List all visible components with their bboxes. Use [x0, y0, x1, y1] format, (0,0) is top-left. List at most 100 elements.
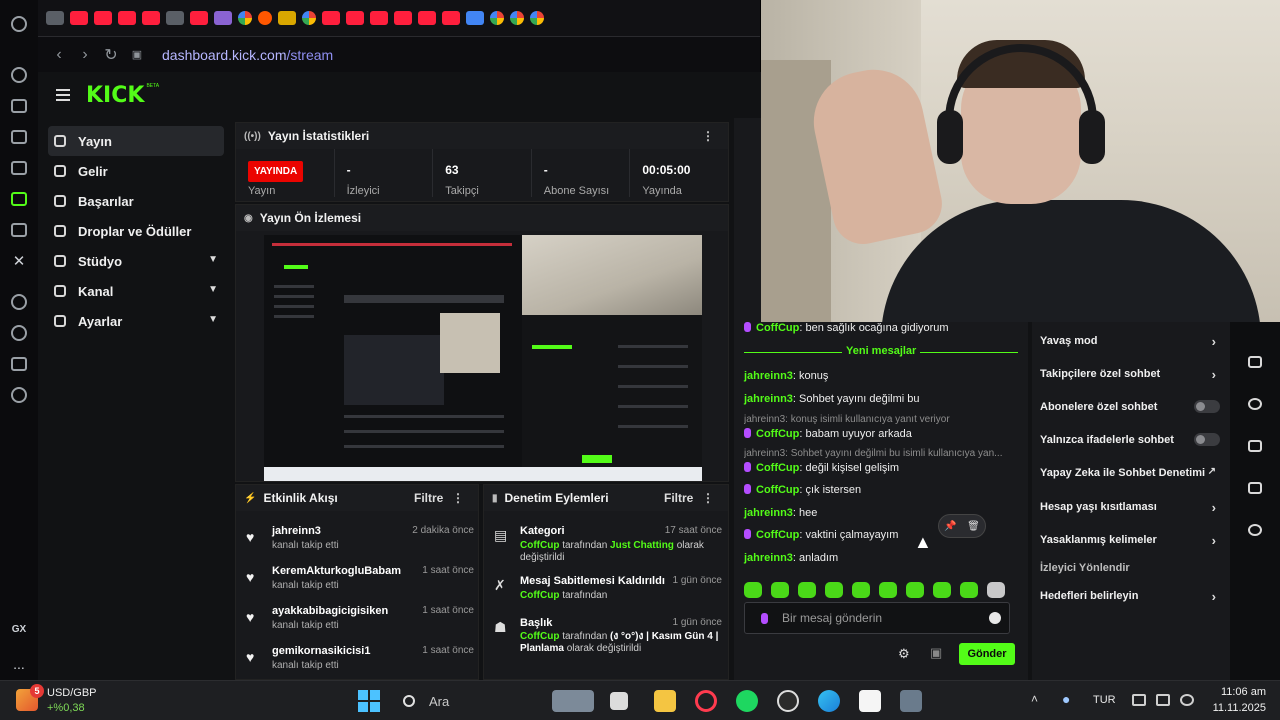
emote-icon[interactable] [771, 582, 789, 598]
emoji-icon[interactable] [989, 612, 1001, 624]
subscribers-only-toggle[interactable] [1194, 400, 1220, 413]
calculator-icon[interactable] [900, 690, 922, 712]
forward-icon[interactable]: › [72, 46, 98, 64]
sidenav-item-drops[interactable]: Droplar ve Ödüller [48, 216, 224, 246]
language-indicator[interactable]: TUR [1093, 694, 1116, 706]
chat-input[interactable] [782, 611, 972, 625]
notion-icon[interactable] [859, 690, 881, 712]
reload-icon[interactable]: ↻ [98, 45, 124, 65]
setting-account-age[interactable]: Hesap yaşı kısıtlaması › [1040, 500, 1222, 521]
kebab-menu-icon[interactable]: ⋮ [452, 491, 464, 505]
opera-logo-icon[interactable] [0, 8, 38, 39]
edge-icon[interactable] [818, 690, 840, 712]
kick-logo[interactable]: KICK BETA [70, 83, 159, 108]
chat-bubble-icon[interactable] [1248, 356, 1262, 368]
gmail-icon[interactable] [0, 152, 38, 183]
tab-youtube-icon[interactable] [442, 11, 460, 25]
file-explorer-icon[interactable] [654, 690, 676, 712]
activity-user[interactable]: jahreinn3 [272, 525, 321, 537]
obs-icon[interactable] [777, 690, 799, 712]
x-icon[interactable]: ✕ [0, 245, 38, 276]
emote-icon[interactable] [879, 582, 897, 598]
gx-label[interactable]: GX [0, 624, 38, 635]
extensions-icon[interactable] [0, 90, 38, 121]
tab-sp-icon[interactable] [278, 11, 296, 25]
sidenav-item-stream[interactable]: Yayın [48, 126, 224, 156]
tab-youtube-icon[interactable] [346, 11, 364, 25]
ai-icon[interactable] [0, 183, 38, 214]
activity-user[interactable]: ayakkabibagicigisiken [272, 605, 388, 617]
setting-followers-only[interactable]: Takipçilere özel sohbet › [1040, 367, 1222, 388]
history-icon[interactable] [0, 317, 38, 348]
chat-settings-gear-icon[interactable]: ⚙ [898, 646, 910, 662]
sidenav-item-channel[interactable]: Kanal ▼ [48, 276, 224, 306]
settings-gear-icon[interactable] [0, 379, 38, 410]
tab-google-icon[interactable] [302, 11, 316, 25]
sidenav-item-revenue[interactable]: Gelir [48, 156, 224, 186]
extensions-puzzle-icon[interactable] [0, 348, 38, 379]
tab-google-icon[interactable] [530, 11, 544, 25]
emote-icon[interactable] [906, 582, 924, 598]
clock-date[interactable]: 11.11.2025 [1200, 702, 1266, 714]
network-icon[interactable] [1180, 694, 1194, 706]
player-icon[interactable] [0, 286, 38, 317]
tab-youtube-icon[interactable] [394, 11, 412, 25]
share-icon[interactable] [1248, 524, 1262, 536]
stock-ticker[interactable]: USD/GBP [47, 687, 97, 699]
search-highlight-icon[interactable] [552, 690, 594, 712]
back-icon[interactable]: ‹ [46, 46, 72, 64]
tab-gamepad-icon[interactable] [46, 11, 64, 25]
tab-youtube-icon[interactable] [94, 11, 112, 25]
url-field[interactable]: dashboard.kick.com/stream [162, 47, 333, 63]
kebab-menu-icon[interactable]: ⋮ [702, 491, 714, 505]
volume-icon[interactable] [1156, 694, 1170, 706]
activity-user[interactable]: KeremAkturkogluBabam [272, 565, 401, 577]
emote-icon[interactable] [798, 582, 816, 598]
tab-reddit-icon[interactable] [258, 11, 272, 25]
tab-youtube-icon[interactable] [418, 11, 436, 25]
twitch-icon[interactable] [0, 214, 38, 245]
speed-dial-icon[interactable] [0, 59, 38, 90]
setting-slow-mode[interactable]: Yavaş mod › [1040, 334, 1222, 355]
tab-google-icon[interactable] [510, 11, 524, 25]
activity-user[interactable]: gemikornasikicisi1 [272, 645, 370, 657]
tab-youtube-icon[interactable] [118, 11, 136, 25]
bot-icon[interactable]: ▣ [930, 645, 942, 661]
emote-icon[interactable] [960, 582, 978, 598]
tab-youtube-icon[interactable] [70, 11, 88, 25]
wrench-icon[interactable] [1248, 482, 1262, 494]
setting-banned-words[interactable]: Yasaklanmış kelimeler › [1040, 533, 1222, 554]
menu-icon[interactable] [56, 89, 70, 101]
tab-audio-icon[interactable] [214, 11, 232, 25]
tab-youtube-icon[interactable] [370, 11, 388, 25]
start-button[interactable] [358, 690, 380, 712]
broadcast-icon[interactable] [1248, 398, 1262, 410]
display-icon[interactable] [1132, 694, 1146, 706]
emotes-only-toggle[interactable] [1194, 433, 1220, 446]
more-icon[interactable]: ... [0, 656, 38, 672]
delete-icon[interactable]: 🗑 [967, 521, 980, 532]
setting-ai-moderation[interactable]: Yapay Zeka ile Sohbet Denetimi ↗ [1040, 466, 1222, 487]
tab-youtube-icon[interactable] [322, 11, 340, 25]
clock-time[interactable]: 11:06 am [1206, 686, 1266, 698]
layout-icon[interactable] [1248, 440, 1262, 452]
tab-translate-icon[interactable] [466, 11, 484, 25]
tab-youtube-icon[interactable] [142, 11, 160, 25]
sidenav-item-settings[interactable]: Ayarlar ▼ [48, 306, 224, 336]
spotify-icon[interactable] [736, 690, 758, 712]
send-button[interactable]: Gönder [959, 643, 1015, 665]
sidenav-item-studio[interactable]: Stüdyo ▼ [48, 246, 224, 276]
emote-icon[interactable] [744, 582, 762, 598]
filter-button[interactable]: Filtre [664, 491, 693, 505]
pin-icon[interactable]: 📌 [944, 521, 956, 532]
emote-icon[interactable] [987, 582, 1005, 598]
emote-icon[interactable] [933, 582, 951, 598]
tab-youtube-icon[interactable] [190, 11, 208, 25]
stream-preview-video[interactable] [264, 235, 702, 481]
emote-icon[interactable] [825, 582, 843, 598]
tray-chevron-icon[interactable]: ˄ [1031, 692, 1038, 706]
opera-gx-icon[interactable] [695, 690, 717, 712]
microphone-icon[interactable]: ● [1062, 691, 1070, 707]
tab-google-icon[interactable] [490, 11, 504, 25]
tab-generic-icon[interactable] [166, 11, 184, 25]
